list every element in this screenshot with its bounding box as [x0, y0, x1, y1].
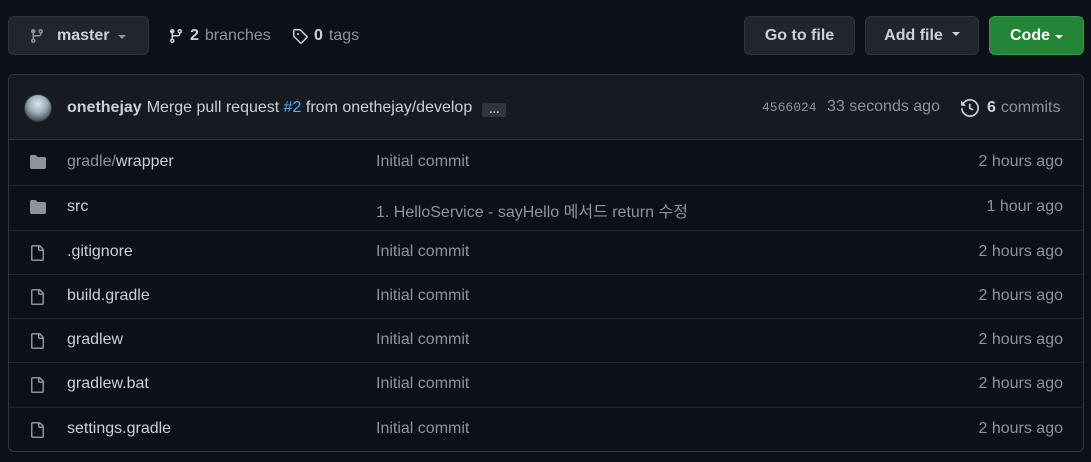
folder-icon — [29, 154, 47, 175]
file-commit-message[interactable]: 1. HelloService - sayHello 메서드 return 수정 — [376, 198, 688, 222]
file-row-gradlew-bat[interactable]: gradlew.bat Initial commit 2 hours ago — [9, 362, 1083, 406]
commit-message-suffix[interactable]: from onethejay/develop — [301, 99, 472, 117]
add-file-label: Add file — [884, 26, 943, 44]
file-icon — [29, 376, 45, 399]
file-commit-time: 2 hours ago — [978, 375, 1063, 393]
branch-name: master — [57, 26, 110, 44]
branches-label: branches — [204, 27, 271, 44]
commits-history-link[interactable]: 6 commits — [961, 97, 1060, 119]
file-commit-message[interactable]: Initial commit — [376, 153, 469, 171]
file-name[interactable]: .gitignore — [67, 243, 133, 261]
file-name[interactable]: settings.gradle — [67, 420, 171, 438]
go-to-file-label: Go to file — [764, 26, 835, 44]
expand-commit-message-button[interactable]: … — [482, 103, 507, 117]
commit-sha[interactable]: 4566024 — [762, 100, 817, 115]
file-list: gradle/wrapper Initial commit 2 hours ag… — [9, 141, 1083, 451]
commits-label: commits — [1000, 99, 1061, 116]
avatar[interactable] — [24, 94, 52, 122]
chevron-down-icon — [118, 34, 127, 39]
commit-time: 33 seconds ago — [827, 98, 940, 115]
chevron-down-icon — [951, 31, 960, 36]
file-name[interactable]: build.gradle — [67, 287, 150, 305]
code-label: Code — [1010, 26, 1050, 44]
commit-author[interactable]: onethejay — [67, 99, 142, 117]
file-commit-time: 1 hour ago — [986, 198, 1063, 216]
file-name[interactable]: gradle/wrapper — [67, 153, 174, 171]
add-file-button[interactable]: Add file — [865, 16, 979, 55]
file-name[interactable]: gradlew.bat — [67, 375, 149, 393]
file-icon — [29, 332, 45, 355]
file-row-gitignore[interactable]: .gitignore Initial commit 2 hours ago — [9, 229, 1083, 274]
file-icon — [29, 421, 45, 444]
file-row-build-gradle[interactable]: build.gradle Initial commit 2 hours ago — [9, 273, 1083, 318]
latest-commit-bar: onethejay Merge pull request #2 from one… — [9, 75, 1083, 140]
file-commit-time: 2 hours ago — [978, 286, 1063, 304]
file-commit-message[interactable]: Initial commit — [376, 375, 469, 393]
file-commit-time: 2 hours ago — [978, 331, 1063, 349]
file-commit-time: 2 hours ago — [978, 242, 1063, 260]
file-commit-message[interactable]: Initial commit — [376, 420, 469, 438]
file-name[interactable]: src — [67, 198, 88, 216]
tags-label: tags — [328, 27, 360, 44]
code-button[interactable]: Code — [989, 16, 1084, 55]
tags-link[interactable]: 0 tags — [292, 24, 359, 48]
commits-count: 6 — [987, 99, 996, 116]
history-icon — [961, 99, 979, 117]
file-commit-time: 2 hours ago — [978, 153, 1063, 170]
chevron-down-icon — [1055, 34, 1063, 39]
branches-count: 2 — [190, 27, 199, 44]
tag-icon — [292, 28, 308, 44]
file-name[interactable]: gradlew — [67, 331, 123, 349]
branch-selector-button[interactable]: master — [8, 16, 149, 55]
file-icon — [29, 244, 45, 267]
file-row-settings-gradle[interactable]: settings.gradle Initial commit 2 hours a… — [9, 406, 1083, 451]
file-commit-message[interactable]: Initial commit — [376, 287, 469, 305]
file-row-src[interactable]: src 1. HelloService - sayHello 메서드 retur… — [9, 185, 1083, 229]
file-commit-time: 2 hours ago — [978, 419, 1063, 437]
commit-message-prefix[interactable]: Merge pull request — [147, 99, 284, 117]
file-name-path-prefix: gradle/ — [67, 153, 116, 170]
file-icon — [29, 288, 45, 311]
file-browser: onethejay Merge pull request #2 from one… — [8, 74, 1084, 452]
file-commit-message[interactable]: Initial commit — [376, 243, 469, 261]
folder-icon — [29, 199, 47, 220]
pull-request-link[interactable]: #2 — [284, 99, 302, 117]
file-commit-message[interactable]: Initial commit — [376, 331, 469, 349]
tags-count: 0 — [314, 27, 323, 44]
file-row-gradlew[interactable]: gradlew Initial commit 2 hours ago — [9, 318, 1083, 362]
repo-toolbar: master 2 branches 0 tags Go to file Add … — [0, 0, 1091, 72]
go-to-file-button[interactable]: Go to file — [744, 16, 855, 55]
git-branch-icon — [168, 28, 184, 44]
branches-link[interactable]: 2 branches — [168, 24, 271, 48]
git-branch-icon — [29, 28, 45, 44]
commit-summary: onethejay Merge pull request #2 from one… — [67, 97, 507, 119]
file-row-gradle-wrapper[interactable]: gradle/wrapper Initial commit 2 hours ag… — [9, 141, 1083, 185]
file-name-label: wrapper — [115, 153, 174, 170]
